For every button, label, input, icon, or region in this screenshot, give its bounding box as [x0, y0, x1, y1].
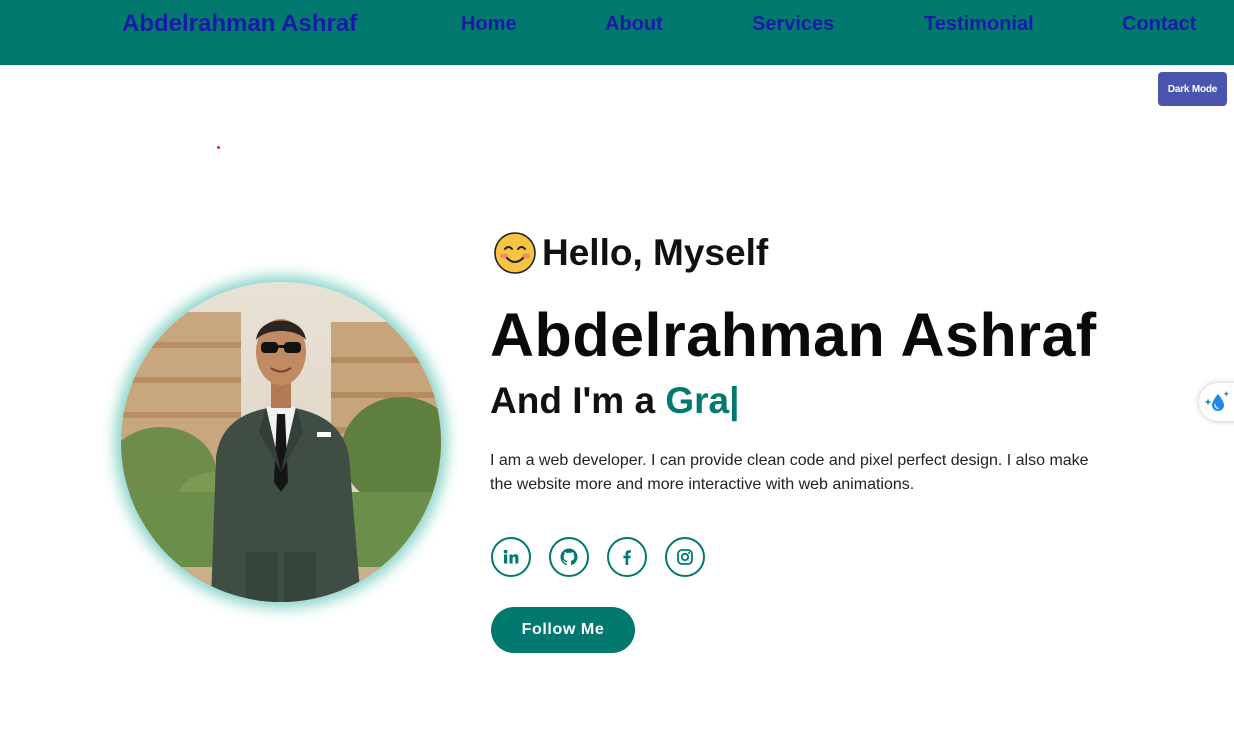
facebook-icon — [623, 550, 631, 565]
nav-link-services[interactable]: Services — [752, 13, 834, 36]
role-prefix: And I'm a — [490, 380, 666, 421]
side-widget-button[interactable] — [1199, 383, 1234, 421]
follow-me-button[interactable]: Follow Me — [491, 607, 635, 653]
water-drop-sparkle-icon — [1204, 391, 1229, 411]
nav-link-home[interactable]: Home — [461, 13, 517, 36]
nav-link-about[interactable]: About — [605, 13, 663, 36]
nav-link-contact[interactable]: Contact — [1122, 13, 1196, 36]
hero-name-heading: Abdelrahman Ashraf — [490, 301, 1097, 369]
nav-link-testimonial[interactable]: Testimonial — [924, 13, 1034, 36]
role-typed-text: Gra| — [665, 380, 740, 421]
greeting-text: Hello, Myself — [542, 232, 769, 273]
cursor-dot — [217, 146, 220, 149]
linkedin-button[interactable] — [491, 537, 531, 577]
bio-paragraph: I am a web developer. I can provide clea… — [490, 452, 1089, 493]
greeting-row: Hello, Myself — [493, 231, 768, 275]
smiling-face-icon — [494, 232, 536, 274]
github-button[interactable] — [549, 537, 589, 577]
role-line: And I'm a Gra| — [490, 380, 739, 422]
instagram-icon — [677, 549, 693, 565]
linkedin-icon — [503, 549, 519, 564]
instagram-button[interactable] — [665, 537, 705, 577]
navbar: Abdelrahman Ashraf Home About Services T… — [0, 0, 1234, 65]
facebook-button[interactable] — [607, 537, 647, 577]
brand-logo-text[interactable]: Abdelrahman Ashraf — [122, 10, 357, 38]
dark-mode-button[interactable]: Dark Mode — [1158, 72, 1227, 106]
profile-photo — [121, 282, 441, 602]
github-icon — [560, 548, 578, 566]
